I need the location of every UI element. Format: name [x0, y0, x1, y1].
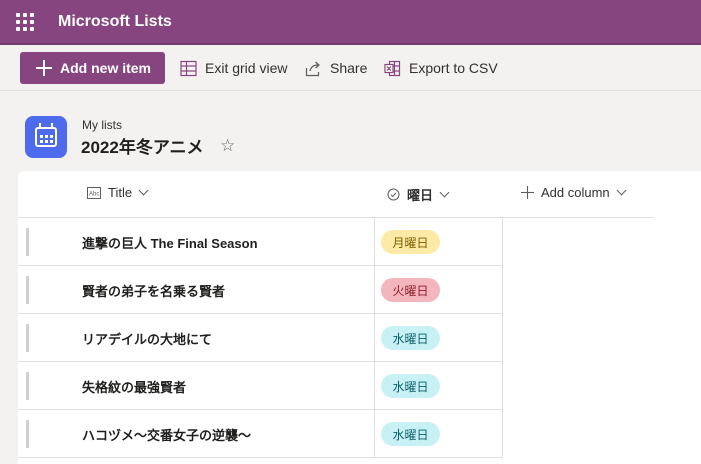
row-select-handle[interactable]	[26, 324, 29, 352]
cell-divider	[502, 410, 503, 458]
suite-bar: Microsoft Lists	[0, 0, 701, 45]
command-bar: Add new item Exit grid view Share Export…	[0, 45, 701, 91]
plus-icon	[521, 186, 534, 199]
add-new-item-label: Add new item	[60, 60, 152, 76]
row-title[interactable]: リアデイルの大地にて	[82, 329, 212, 348]
text-column-icon: Abc	[87, 186, 101, 199]
cell-divider	[374, 314, 375, 362]
list-grid: Abc Title 曜日 Add column 進撃の巨人 The Final …	[18, 171, 701, 464]
row-select-handle[interactable]	[26, 420, 29, 448]
excel-export-icon	[384, 60, 401, 76]
column-title-label: Title	[108, 185, 133, 200]
svg-text:Abc: Abc	[89, 191, 99, 197]
column-header-title[interactable]: Abc Title	[87, 185, 149, 200]
add-new-item-button[interactable]: Add new item	[20, 52, 165, 84]
add-column-label: Add column	[541, 185, 610, 200]
exit-grid-view-button[interactable]: Exit grid view	[180, 58, 287, 78]
column-header-day[interactable]: 曜日	[387, 185, 450, 204]
cell-divider	[502, 218, 503, 266]
export-csv-label: Export to CSV	[409, 60, 498, 76]
plus-icon	[36, 60, 52, 76]
row-title[interactable]: 失格紋の最強賢者	[82, 377, 186, 396]
table-row[interactable]: 失格紋の最強賢者 水曜日	[18, 362, 503, 410]
share-button[interactable]: Share	[305, 58, 367, 78]
cell-divider	[502, 266, 503, 314]
day-choice-pill[interactable]: 水曜日	[381, 326, 440, 350]
row-title[interactable]: 進撃の巨人 The Final Season	[82, 233, 258, 252]
table-row[interactable]: ハコヅメ～交番女子の逆襲～ 水曜日	[18, 410, 503, 458]
favorite-star-icon[interactable]: ☆	[220, 137, 235, 154]
day-choice-pill[interactable]: 火曜日	[381, 278, 440, 302]
chevron-down-icon	[439, 187, 450, 198]
add-column-button[interactable]: Add column	[521, 185, 627, 200]
share-label: Share	[330, 60, 368, 76]
chevron-down-icon	[616, 185, 627, 196]
row-select-handle[interactable]	[26, 228, 29, 256]
column-day-label: 曜日	[407, 188, 434, 203]
app-title[interactable]: Microsoft Lists	[58, 12, 172, 32]
waffle-icon[interactable]	[16, 13, 34, 31]
table-row[interactable]: リアデイルの大地にて 水曜日	[18, 314, 503, 362]
day-choice-pill[interactable]: 月曜日	[381, 230, 440, 254]
cell-divider	[374, 362, 375, 410]
grid-view-icon	[180, 60, 197, 76]
row-title[interactable]: 賢者の弟子を名乗る賢者	[82, 281, 225, 300]
exit-grid-view-label: Exit grid view	[205, 60, 288, 76]
cell-divider	[374, 266, 375, 314]
table-row[interactable]: 進撃の巨人 The Final Season 月曜日	[18, 218, 503, 266]
cell-divider	[374, 218, 375, 266]
cell-divider	[502, 314, 503, 362]
row-select-handle[interactable]	[26, 372, 29, 400]
chevron-down-icon	[138, 185, 149, 196]
export-csv-button[interactable]: Export to CSV	[384, 58, 498, 78]
calendar-list-icon	[25, 116, 67, 158]
row-select-handle[interactable]	[26, 276, 29, 304]
cell-divider	[502, 362, 503, 410]
day-choice-pill[interactable]: 水曜日	[381, 374, 440, 398]
breadcrumb[interactable]: My lists	[82, 118, 122, 132]
page-title: 2022年冬アニメ	[81, 138, 204, 157]
day-choice-pill[interactable]: 水曜日	[381, 422, 440, 446]
share-icon	[305, 61, 320, 76]
grid-header: Abc Title 曜日 Add column	[18, 171, 654, 218]
choice-column-icon	[387, 188, 400, 201]
cell-divider	[374, 410, 375, 458]
row-title[interactable]: ハコヅメ～交番女子の逆襲～	[82, 425, 251, 444]
table-row[interactable]: 賢者の弟子を名乗る賢者 火曜日	[18, 266, 503, 314]
